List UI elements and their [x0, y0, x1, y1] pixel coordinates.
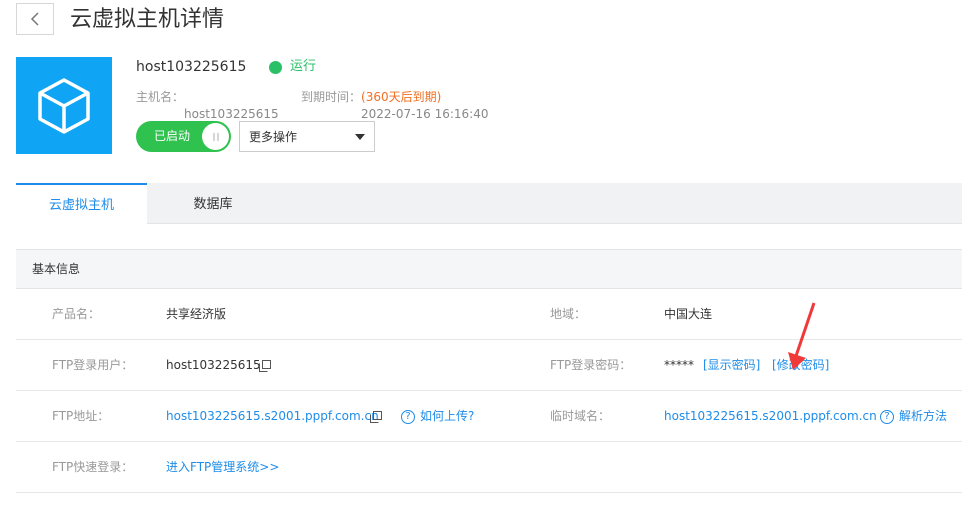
resolve-method-text: 解析方法	[899, 409, 948, 423]
status-dot-icon	[269, 60, 282, 74]
temp-domain-value[interactable]: host103225615.s2001.pppf.com.cn	[664, 391, 877, 442]
question-icon: ?	[401, 409, 415, 424]
status-text: 运行	[290, 59, 317, 74]
power-toggle[interactable]: 已启动	[136, 121, 231, 152]
product-label: 产品名：	[52, 307, 101, 321]
host-icon-tile	[16, 57, 112, 154]
how-upload-text: 如何上传?	[420, 409, 475, 423]
expire-label: 到期时间：	[301, 90, 362, 104]
how-upload-help[interactable]: ? 如何上传?	[401, 391, 474, 442]
tab-bar: 云虚拟主机 数据库	[16, 183, 962, 224]
tab-virtual-host[interactable]: 云虚拟主机	[16, 183, 147, 224]
more-actions-label: 更多操作	[249, 130, 298, 144]
toggle-label: 已启动	[154, 129, 191, 143]
expire-value: 2022-07-16 16:16:40	[361, 107, 489, 121]
temp-domain-label: 临时域名：	[550, 409, 611, 423]
region-value: 中国大连	[664, 307, 713, 321]
back-button[interactable]	[16, 3, 54, 35]
ftp-quick-label: FTP快速登录：	[52, 460, 134, 474]
tab-database[interactable]: 数据库	[147, 183, 279, 223]
more-actions-dropdown[interactable]: 更多操作	[239, 121, 375, 152]
product-value: 共享经济版	[166, 307, 227, 321]
hostname-label: 主机名：	[136, 90, 185, 104]
ftp-address-label: FTP地址：	[52, 409, 110, 423]
expire-meta: 到期时间： 2022-07-16 16:16:40 (360天后到期)	[301, 89, 488, 121]
caret-down-icon	[355, 133, 365, 140]
ftp-pwd-value: *****	[664, 358, 694, 372]
question-icon: ?	[880, 409, 894, 424]
host-name: host103225615	[136, 59, 247, 75]
show-password-link[interactable]: [显示密码]	[703, 340, 760, 391]
resolve-method-help[interactable]: ? 解析方法	[880, 391, 947, 442]
copy-icon[interactable]	[370, 411, 382, 423]
pause-icon	[202, 123, 229, 150]
ftp-pwd-label: FTP登录密码：	[550, 358, 632, 372]
info-row-ftp-quick: FTP快速登录： 进入FTP管理系统>>	[16, 442, 962, 493]
ftp-manage-link[interactable]: 进入FTP管理系统>>	[166, 442, 279, 493]
section-title: 基本信息	[16, 249, 962, 289]
copy-icon[interactable]	[259, 360, 271, 372]
annotation-arrow-icon	[788, 302, 816, 370]
info-row-ftp-address: FTP地址： host103225615.s2001.pppf.com.cn ?…	[16, 391, 962, 442]
ftp-user-value: host103225615	[166, 358, 261, 372]
ftp-user-label: FTP登录用户：	[52, 358, 134, 372]
region-label: 地域：	[550, 307, 587, 321]
ftp-address-value[interactable]: host103225615.s2001.pppf.com.cn	[166, 391, 379, 442]
page-title: 云虚拟主机详情	[70, 7, 225, 32]
cube-icon	[38, 77, 90, 134]
chevron-left-icon	[30, 12, 39, 26]
status-badge: 运行	[269, 57, 316, 77]
hostname-meta: 主机名： host103225615	[136, 89, 279, 121]
